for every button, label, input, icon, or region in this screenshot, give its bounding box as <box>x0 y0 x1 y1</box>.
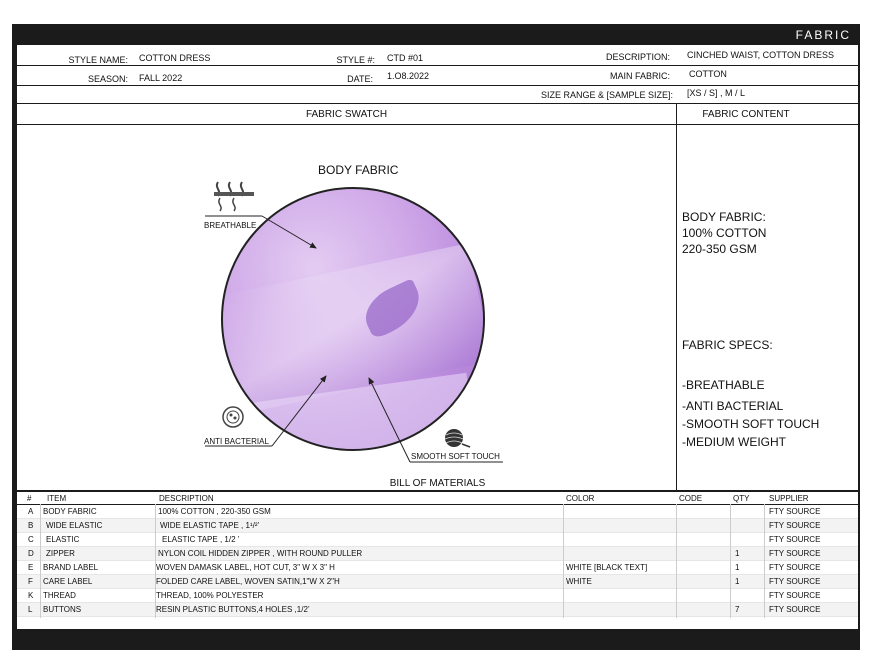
date-value: 1.O8.2022 <box>387 71 430 81</box>
bom-cell-description: 100% COTTON , 220-350 GSM <box>158 507 271 516</box>
table-row: B WIDE ELASTIC WIDE ELASTIC TAPE , 1¹/²’… <box>17 519 858 533</box>
bom-col-divider <box>563 504 564 618</box>
breathable-icon <box>214 181 254 212</box>
bom-cell-item: BODY FABRIC <box>43 507 97 516</box>
bom-col-divider <box>40 504 41 618</box>
bom-cell-qty: 1 <box>735 577 740 586</box>
bom-col-divider <box>764 504 765 618</box>
bom-cell-item: THREAD <box>43 591 76 600</box>
main-fabric-label: MAIN FABRIC: <box>609 71 670 81</box>
table-row: D ZIPPER NYLON COIL HIDDEN ZIPPER , WITH… <box>17 547 858 561</box>
bom-cell-color: WHITE [BLACK TEXT] <box>566 563 648 572</box>
bom-cell-description: WOVEN DAMASK LABEL, HOT CUT, 3" W X 3" H <box>156 563 335 572</box>
bom-cell-description: THREAD, 100% POLYESTER <box>156 591 264 600</box>
bom-col-no: # <box>27 494 32 503</box>
content-spec-item: -BREATHABLE <box>682 378 765 392</box>
style-name-label: STYLE NAME: <box>68 55 128 65</box>
bom-col-item: ITEM <box>47 494 67 503</box>
callout-anti-bacterial: ANTI BACTERIAL <box>204 437 269 446</box>
season-value: FALL 2022 <box>139 73 183 83</box>
content-body-fabric-weight: 220-350 GSM <box>682 242 757 256</box>
table-row: F CARE LABEL FOLDED CARE LABEL, WOVEN SA… <box>17 575 858 589</box>
bom-cell-item: ELASTIC <box>46 535 80 544</box>
bom-cell-no: C <box>28 535 34 544</box>
content-body-fabric-label: BODY FABRIC: <box>682 210 766 224</box>
bom-cell-item: BUTTONS <box>43 605 82 614</box>
bom-title: BILL OF MATERIALS <box>389 478 486 489</box>
bom-col-color: COLOR <box>566 494 595 503</box>
table-row: A BODY FABRIC 100% COTTON , 220-350 GSM … <box>17 505 858 519</box>
bom-col-supplier: SUPPLIER <box>769 494 809 503</box>
bom-cell-supplier: FTY SOURCE <box>769 521 821 530</box>
bom-cell-qty: 1 <box>735 563 740 572</box>
size-range-label: SIZE RANGE & [SAMPLE SIZE]: <box>540 90 673 100</box>
section-header-divider <box>17 124 858 125</box>
section-vertical-divider <box>676 104 677 490</box>
table-row: E BRAND LABEL WOVEN DAMASK LABEL, HOT CU… <box>17 561 858 575</box>
bom-col-code: CODE <box>679 494 703 503</box>
bom-cell-qty: 7 <box>735 605 740 614</box>
bom-cell-description: ELASTIC TAPE , 1/2 ’ <box>162 535 240 544</box>
bom-cell-no: E <box>28 563 34 572</box>
fabric-swatch-image <box>221 187 485 451</box>
body-fabric-heading: BODY FABRIC <box>318 163 399 177</box>
bom-cell-supplier: FTY SOURCE <box>769 507 821 516</box>
content-spec-item: -ANTI BACTERIAL <box>682 399 784 413</box>
bom-cell-supplier: FTY SOURCE <box>769 577 821 586</box>
description-value: CINCHED WAIST, COTTON DRESS <box>687 50 835 60</box>
bom-cell-color: WHITE <box>566 577 592 586</box>
content-spec-item: -MEDIUM WEIGHT <box>682 435 786 449</box>
smooth-touch-icon <box>444 429 471 448</box>
bom-col-description: DESCRIPTION <box>159 494 214 503</box>
callout-breathable: BREATHABLE <box>204 221 257 230</box>
table-row: K THREAD THREAD, 100% POLYESTER FTY SOUR… <box>17 589 858 603</box>
style-name-value: COTTON DRESS <box>139 53 211 63</box>
bom-cell-no: F <box>28 577 33 586</box>
bom-cell-description: NYLON COIL HIDDEN ZIPPER , WITH ROUND PU… <box>158 549 363 558</box>
fabric-swatch-title: FABRIC SWATCH <box>305 109 388 120</box>
content-body-fabric-composition: 100% COTTON <box>682 226 767 240</box>
bom-cell-supplier: FTY SOURCE <box>769 549 821 558</box>
bom-cell-item: BRAND LABEL <box>43 563 99 572</box>
style-no-label: STYLE #: <box>336 55 375 65</box>
table-row: L BUTTONS RESIN PLASTIC BUTTONS,4 HOLES … <box>17 603 858 617</box>
bom-cell-description: WIDE ELASTIC TAPE , 1¹/²’ <box>160 521 260 530</box>
main-fabric-value: COTTON <box>689 69 727 79</box>
bom-col-divider <box>730 504 731 618</box>
bom-cell-no: B <box>28 521 34 530</box>
bom-top-divider <box>17 490 858 492</box>
bom-cell-supplier: FTY SOURCE <box>769 563 821 572</box>
content-spec-item: -SMOOTH SOFT TOUCH <box>682 417 820 431</box>
bom-cell-no: L <box>28 605 33 614</box>
date-label: DATE: <box>347 74 373 84</box>
bom-cell-no: A <box>28 507 34 516</box>
bom-cell-item: CARE LABEL <box>43 577 93 586</box>
bom-col-qty: QTY <box>733 494 750 503</box>
bom-cell-no: K <box>28 591 34 600</box>
bom-cell-description: FOLDED CARE LABEL, WOVEN SATIN,1"W X 2"H <box>156 577 340 586</box>
content-specs-label: FABRIC SPECS: <box>682 338 773 352</box>
style-no-value: CTD #01 <box>387 53 424 63</box>
size-range-value: [XS / S] , M / L <box>687 88 746 98</box>
bom-cell-supplier: FTY SOURCE <box>769 535 821 544</box>
anti-bacterial-icon <box>222 406 244 428</box>
sheet-section-title: FABRIC <box>795 28 851 42</box>
bom-cell-description: RESIN PLASTIC BUTTONS,4 HOLES ,1/2’ <box>156 605 310 614</box>
bom-cell-item: WIDE ELASTIC <box>46 521 103 530</box>
bom-col-divider <box>155 504 156 618</box>
description-label: DESCRIPTION: <box>605 52 670 62</box>
bom-cell-supplier: FTY SOURCE <box>769 605 821 614</box>
table-row: C ELASTIC ELASTIC TAPE , 1/2 ’ FTY SOURC… <box>17 533 858 547</box>
season-label: SEASON: <box>87 74 128 84</box>
bom-cell-supplier: FTY SOURCE <box>769 591 821 600</box>
fabric-content-title: FABRIC CONTENT <box>702 109 790 120</box>
bom-cell-qty: 1 <box>735 549 740 558</box>
bom-col-divider <box>676 504 677 618</box>
bom-cell-no: D <box>28 549 34 558</box>
callout-smooth-soft-touch: SMOOTH SOFT TOUCH <box>411 452 500 461</box>
bom-cell-item: ZIPPER <box>46 549 75 558</box>
